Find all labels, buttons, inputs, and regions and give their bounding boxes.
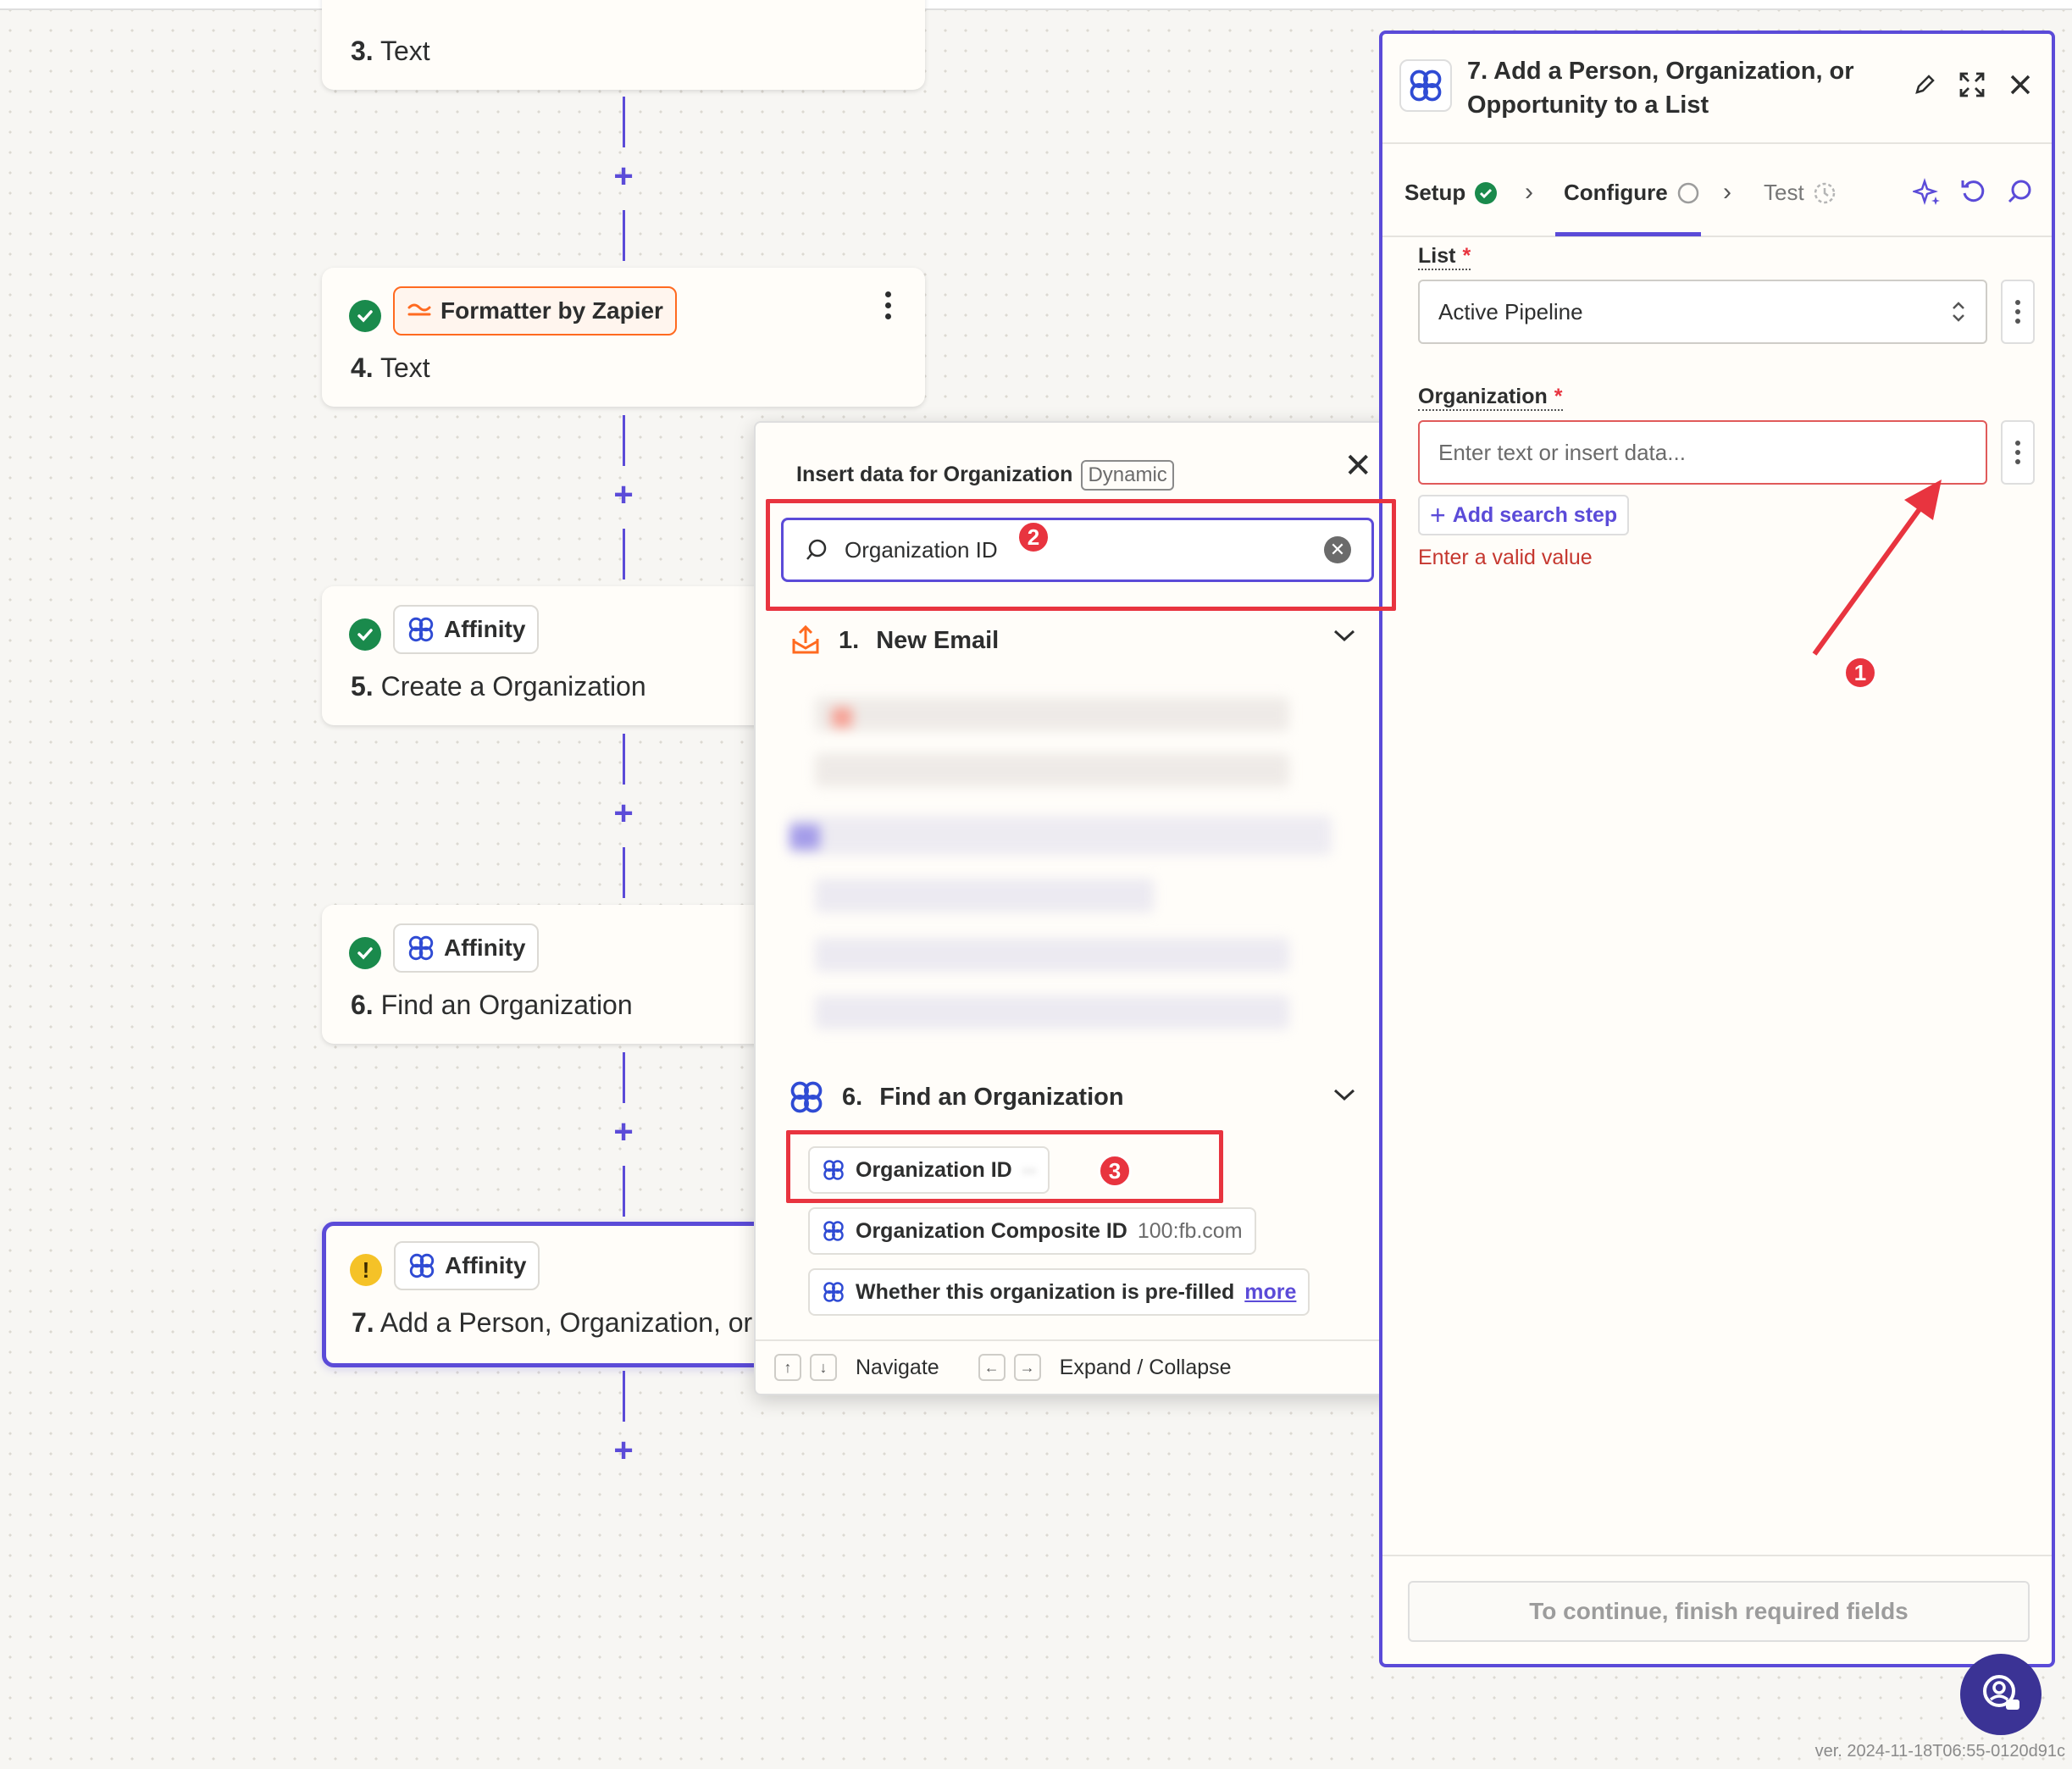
support-icon: [1983, 1675, 2019, 1710]
annotation-badge-1: 1: [1843, 656, 1877, 690]
help-chat-button[interactable]: [1960, 1654, 2042, 1735]
version-label: ver. 2024-11-18T06:55-0120d91c: [1814, 1742, 2065, 1761]
annotation-arrow: [1812, 480, 1942, 656]
